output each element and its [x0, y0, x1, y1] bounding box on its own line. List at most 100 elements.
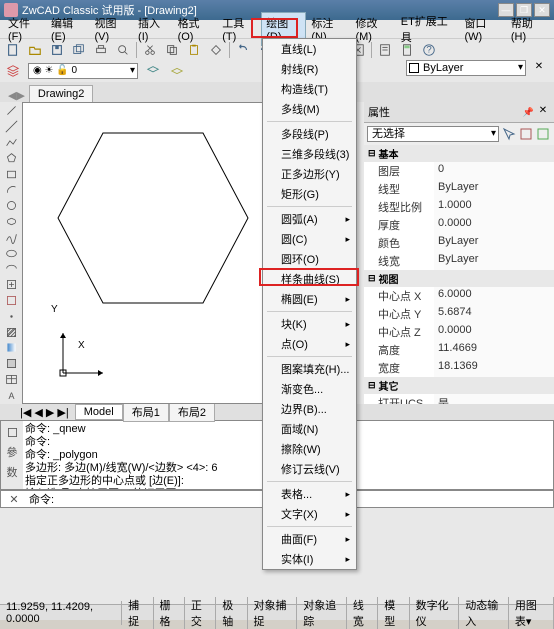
- point-icon[interactable]: [2, 309, 20, 323]
- layer-icon[interactable]: [4, 62, 22, 80]
- xline-icon[interactable]: [2, 120, 20, 134]
- menu-item[interactable]: 边界(B)...: [263, 399, 356, 419]
- selectobj-icon[interactable]: [535, 126, 551, 142]
- status-toggle[interactable]: 极轴: [216, 597, 247, 629]
- region-icon[interactable]: [2, 357, 20, 371]
- undo-icon[interactable]: [234, 41, 252, 59]
- text-icon[interactable]: A: [2, 388, 20, 402]
- match-icon[interactable]: [207, 41, 225, 59]
- prop-row[interactable]: 图层0: [364, 162, 554, 180]
- model-tab[interactable]: 布局2: [169, 402, 215, 422]
- menu-item[interactable]: 样条曲线(S): [263, 269, 356, 289]
- paste-icon[interactable]: [185, 41, 203, 59]
- saveall-icon[interactable]: [70, 41, 88, 59]
- status-toggle[interactable]: 对象捕捉: [248, 597, 298, 629]
- cmd-para-icon[interactable]: 參: [3, 443, 21, 461]
- status-toggle[interactable]: 数字化仪: [410, 597, 460, 629]
- menu-item[interactable]: 表格...: [263, 484, 356, 504]
- menu-item[interactable]: 直线(L): [263, 39, 356, 59]
- menu-item[interactable]: 渐变色...: [263, 379, 356, 399]
- line-icon[interactable]: [2, 104, 20, 118]
- menu-item[interactable]: 构造线(T): [263, 79, 356, 99]
- cmd-hist-icon[interactable]: [3, 423, 21, 441]
- properties-pin-icon[interactable]: 📌: [523, 107, 534, 118]
- copy-icon[interactable]: [163, 41, 181, 59]
- model-tab[interactable]: 布局1: [123, 402, 169, 422]
- bylayer-close[interactable]: ✕: [532, 61, 546, 75]
- prop-category[interactable]: 基本: [364, 145, 554, 162]
- layer-prev-icon[interactable]: [168, 62, 186, 80]
- pline-icon[interactable]: [2, 136, 20, 150]
- prop-category[interactable]: 视图: [364, 270, 554, 287]
- menu-11[interactable]: 帮助(H): [507, 13, 550, 45]
- tab-nav-left-icon[interactable]: |◀ ◀ ▶ ▶|: [20, 406, 69, 419]
- hatch-icon[interactable]: [2, 325, 20, 339]
- menu-item[interactable]: 射线(R): [263, 59, 356, 79]
- prop-row[interactable]: 中心点 Y5.6874: [364, 305, 554, 323]
- menu-item[interactable]: 正多边形(Y): [263, 164, 356, 184]
- calculator-icon[interactable]: [398, 41, 416, 59]
- layer-states-icon[interactable]: [144, 62, 162, 80]
- quickselect-icon[interactable]: [501, 126, 517, 142]
- menu-item[interactable]: 椭圆(E): [263, 289, 356, 309]
- menu-item[interactable]: 点(O): [263, 334, 356, 354]
- prop-row[interactable]: 高度11.4669: [364, 341, 554, 359]
- status-toggle[interactable]: 正交: [185, 597, 216, 629]
- prop-row[interactable]: 宽度18.1369: [364, 359, 554, 377]
- status-toggle[interactable]: 用图表▾: [509, 597, 554, 629]
- menu-item[interactable]: 曲面(F): [263, 529, 356, 549]
- prop-row[interactable]: 线型ByLayer: [364, 180, 554, 198]
- status-toggle[interactable]: 动态输入: [459, 597, 509, 629]
- ellipsearc-icon[interactable]: [2, 262, 20, 276]
- prop-row[interactable]: 打开UCS图标是: [364, 394, 554, 404]
- prop-category[interactable]: 其它: [364, 377, 554, 394]
- status-toggle[interactable]: 对象追踪: [297, 597, 347, 629]
- menu-item[interactable]: 圆弧(A): [263, 209, 356, 229]
- menu-item[interactable]: 图案填充(H)...: [263, 359, 356, 379]
- insert-icon[interactable]: [2, 278, 20, 292]
- prop-row[interactable]: 厚度0.0000: [364, 216, 554, 234]
- circle-icon[interactable]: [2, 199, 20, 213]
- doc-tab[interactable]: Drawing2: [29, 85, 93, 102]
- status-toggle[interactable]: 捕捉: [122, 597, 153, 629]
- prop-row[interactable]: 中心点 X6.0000: [364, 287, 554, 305]
- status-toggle[interactable]: 线宽: [347, 597, 378, 629]
- gradient-icon[interactable]: [2, 341, 20, 355]
- status-toggle[interactable]: 模型: [378, 597, 409, 629]
- revcloud-icon[interactable]: [2, 215, 20, 229]
- cut-icon[interactable]: [141, 41, 159, 59]
- table-icon[interactable]: [2, 373, 20, 387]
- menu-item[interactable]: 面域(N): [263, 419, 356, 439]
- open-icon[interactable]: [26, 41, 44, 59]
- print-icon[interactable]: [92, 41, 110, 59]
- tab-nav-icon[interactable]: ◀▶: [8, 89, 25, 102]
- spline-icon[interactable]: [2, 230, 20, 244]
- rect-icon[interactable]: [2, 167, 20, 181]
- menu-item[interactable]: 文字(X): [263, 504, 356, 524]
- save-icon[interactable]: [48, 41, 66, 59]
- help-icon[interactable]: ?: [420, 41, 438, 59]
- arc-icon[interactable]: [2, 183, 20, 197]
- polygon-icon[interactable]: [2, 151, 20, 165]
- menu-10[interactable]: 窗口(W): [460, 13, 505, 45]
- model-tab[interactable]: Model: [75, 404, 123, 420]
- ellipse-icon[interactable]: [2, 246, 20, 260]
- menu-item[interactable]: 矩形(G): [263, 184, 356, 204]
- prop-row[interactable]: 中心点 Z0.0000: [364, 323, 554, 341]
- selection-combo[interactable]: 无选择: [367, 126, 499, 142]
- menu-item[interactable]: 三维多段线(3): [263, 144, 356, 164]
- cmd-close-icon[interactable]: ✕: [5, 490, 23, 508]
- menu-item[interactable]: 圆(C): [263, 229, 356, 249]
- menu-item[interactable]: 块(K): [263, 314, 356, 334]
- menu-item[interactable]: 圆环(O): [263, 249, 356, 269]
- block-icon[interactable]: [2, 294, 20, 308]
- color-combo[interactable]: ByLayer: [406, 60, 526, 76]
- status-toggle[interactable]: 栅格: [154, 597, 185, 629]
- prop-row[interactable]: 线型比例1.0000: [364, 198, 554, 216]
- menu-item[interactable]: 多段线(P): [263, 124, 356, 144]
- prop-row[interactable]: 线宽ByLayer: [364, 252, 554, 270]
- menu-item[interactable]: 擦除(W): [263, 439, 356, 459]
- layer-combo[interactable]: ◉ ☀ 🔓 0: [28, 63, 138, 79]
- menu-item[interactable]: 修订云线(V): [263, 459, 356, 479]
- menu-item[interactable]: 实体(I): [263, 549, 356, 569]
